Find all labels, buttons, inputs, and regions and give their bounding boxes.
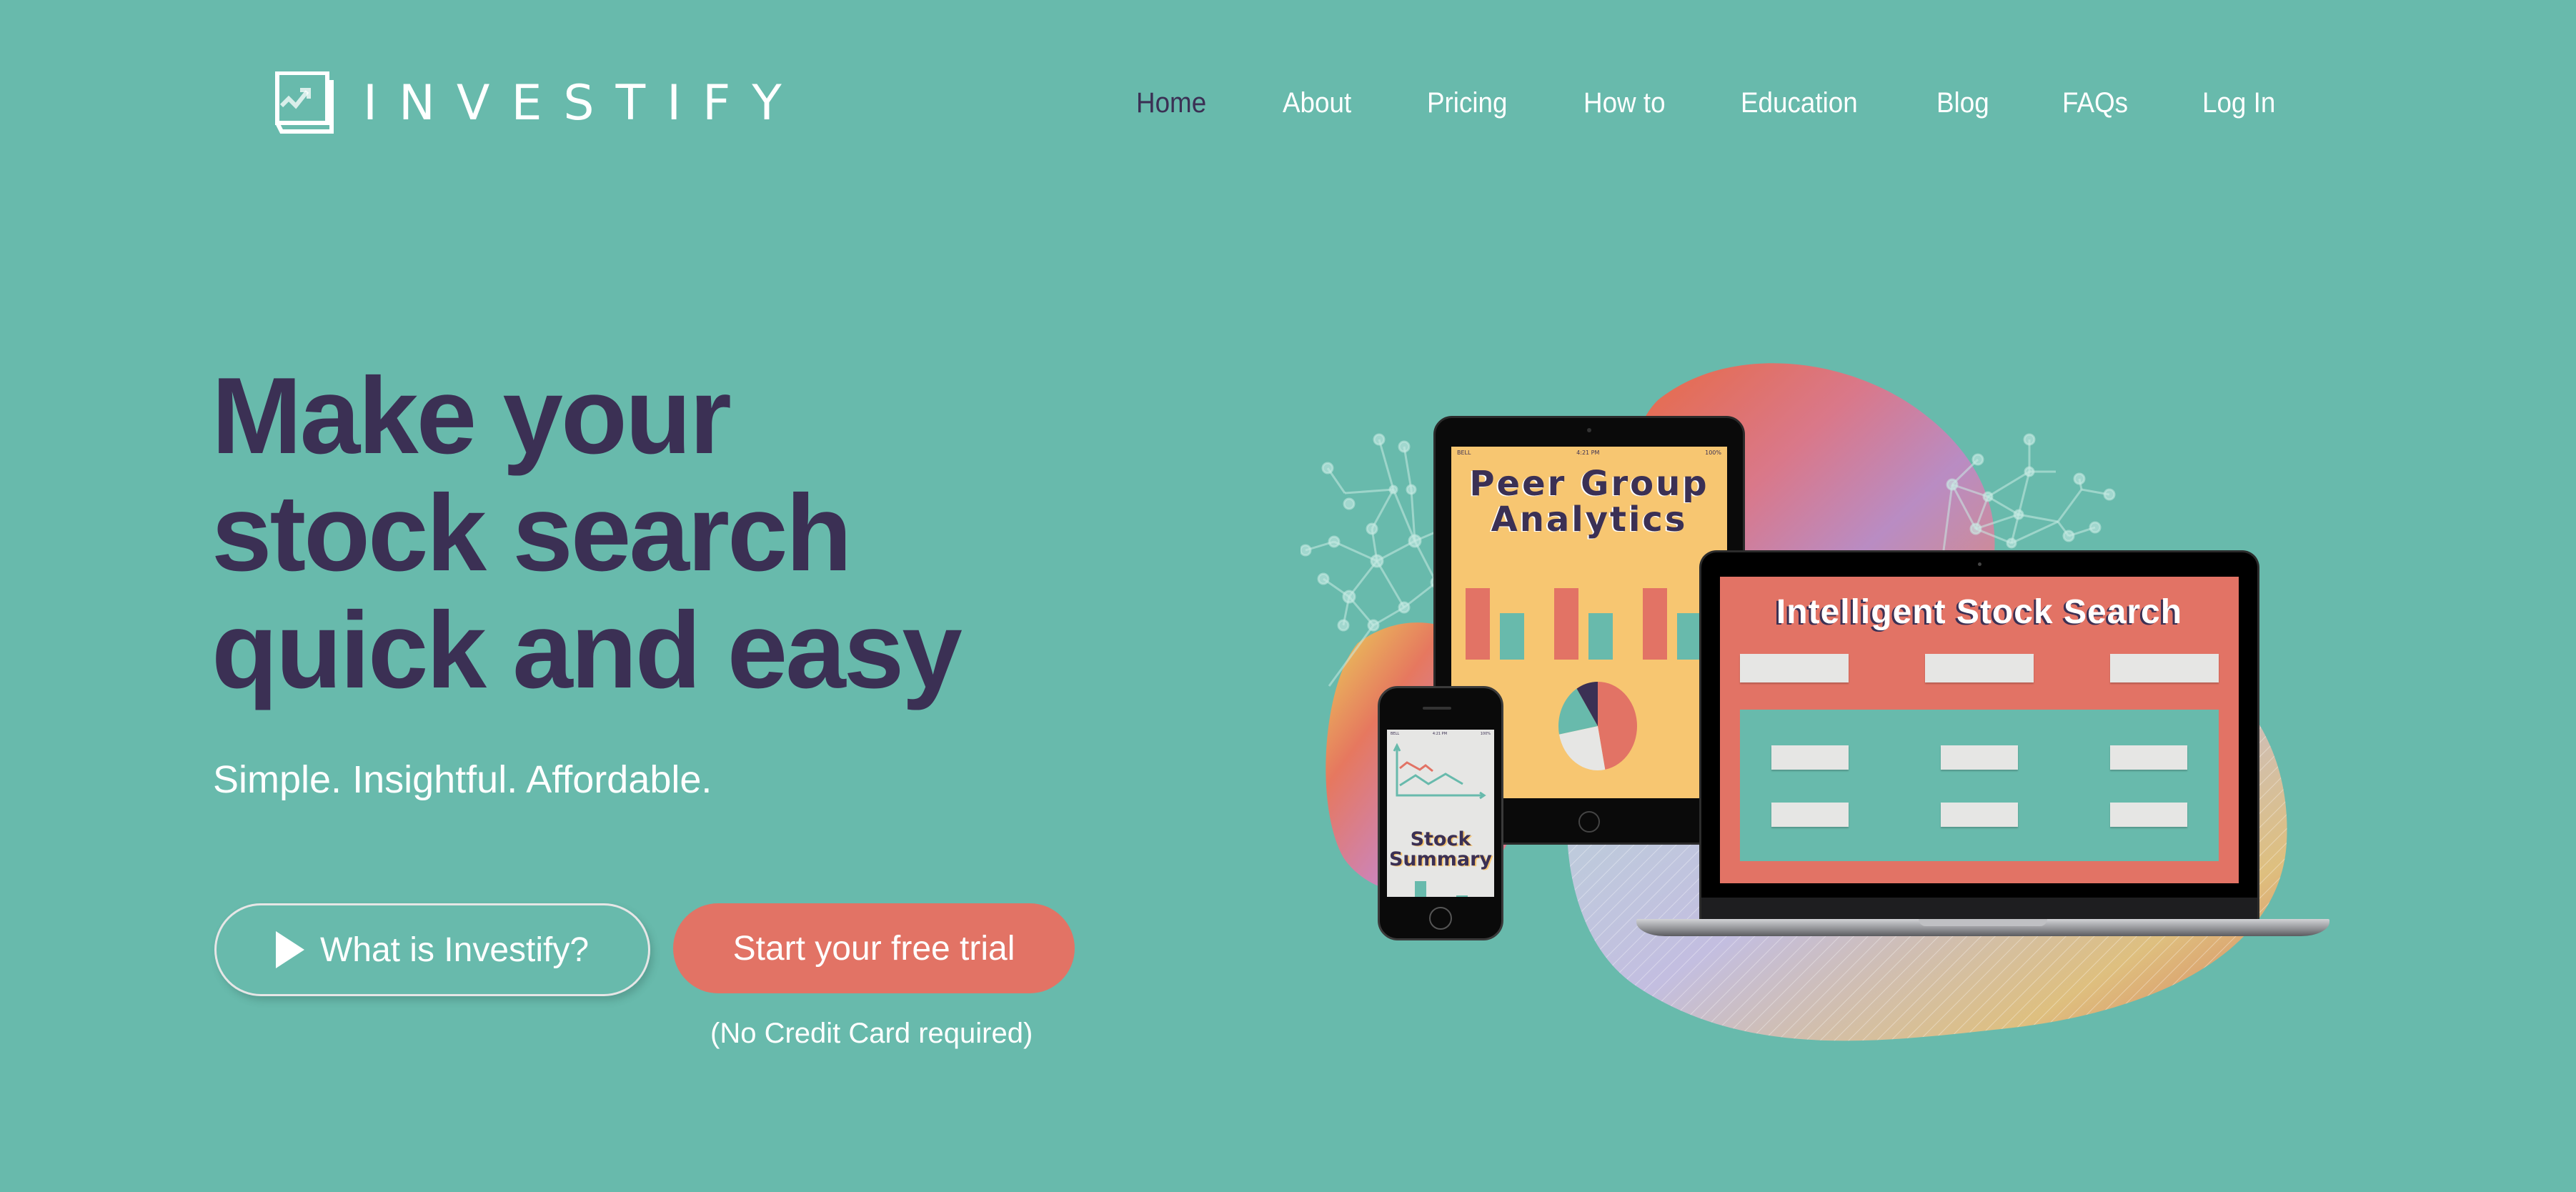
tablet-title-line: Peer Group — [1469, 464, 1709, 504]
laptop-device: Intelligent Stock Search — [1699, 550, 2259, 922]
tablet-status-bar: BELL 4:21 PM 100% — [1451, 447, 1727, 459]
laptop-search-field — [1740, 654, 1849, 682]
phone-line-chart — [1393, 742, 1486, 800]
status-carrier: BELL — [1457, 450, 1471, 456]
tablet-bar — [1500, 613, 1524, 660]
what-is-investify-label: What is Investify? — [319, 930, 590, 969]
laptop-result-cell — [1941, 745, 2018, 770]
tablet-pie-chart — [1558, 682, 1637, 770]
phone-device: BELL 4:21 PM 100% Stock Summary — [1378, 686, 1503, 940]
status-time: 4:21 PM — [1576, 450, 1600, 456]
laptop-screen: Intelligent Stock Search — [1720, 577, 2239, 883]
nav-how-to[interactable]: How to — [1583, 87, 1666, 119]
phone-line-red — [1399, 761, 1433, 773]
hero-tagline: Simple. Insightful. Affordable. — [213, 758, 712, 801]
tablet-camera — [1587, 428, 1591, 432]
stock-summary-title: Stock Summary — [1387, 830, 1494, 870]
nav-pricing[interactable]: Pricing — [1427, 87, 1507, 119]
start-free-trial-button[interactable]: Start your free trial — [673, 903, 1075, 993]
no-credit-card-note: (No Credit Card required) — [710, 1018, 1033, 1049]
devices-illustration: BELL 4:21 PM 100% Peer Group Analytics I… — [1301, 343, 2329, 1058]
play-icon — [275, 931, 304, 968]
laptop-base — [1636, 919, 2329, 936]
tablet-pie-slice — [1598, 682, 1637, 770]
phone-bar-chart — [1394, 881, 1488, 897]
nav-education[interactable]: Education — [1741, 87, 1858, 119]
laptop-notch — [1919, 919, 2047, 926]
main-nav: Home About Pricing How to Education Blog… — [1136, 80, 2282, 126]
nav-about[interactable]: About — [1283, 87, 1351, 119]
laptop-bezel-chin — [1701, 898, 2257, 922]
tablet-bar-chart — [1466, 588, 1727, 660]
laptop-result-cell — [1771, 745, 1849, 770]
what-is-investify-button[interactable]: What is Investify? — [214, 903, 650, 996]
phone-title-line: Stock — [1410, 828, 1471, 850]
phone-charts — [1393, 742, 1486, 800]
intelligent-stock-search-title: Intelligent Stock Search — [1776, 593, 2183, 631]
phone-title-line: Summary — [1388, 848, 1493, 870]
tablet-title-line: Analytics — [1491, 500, 1688, 540]
laptop-camera — [1978, 562, 1981, 566]
tablet-home-button — [1578, 811, 1600, 833]
nav-faqs[interactable]: FAQs — [2062, 87, 2128, 119]
tablet-bar — [1643, 588, 1667, 660]
phone-speaker — [1423, 707, 1451, 710]
nav-blog[interactable]: Blog — [1936, 87, 1989, 119]
tablet-bar — [1554, 588, 1578, 660]
brand-logo[interactable]: INVESTIFY — [274, 71, 803, 134]
hero-title-line: quick and easy — [212, 590, 963, 711]
status-battery: 100% — [1705, 450, 1721, 456]
hero-title-line: Make your — [212, 355, 732, 477]
hero-title-line: stock search — [212, 472, 852, 594]
phone-trend-line — [1394, 881, 1494, 897]
laptop-result-row — [1771, 803, 2187, 827]
hero-title: Make your stock search quick and easy — [212, 355, 963, 711]
peer-group-analytics-title: Peer Group Analytics — [1451, 466, 1727, 537]
laptop-result-cell — [2110, 745, 2187, 770]
start-free-trial-label: Start your free trial — [732, 929, 1015, 968]
brand-name: INVESTIFY — [363, 74, 803, 131]
tablet-bar — [1588, 613, 1613, 660]
laptop-search-fields — [1740, 654, 2219, 682]
laptop-search-field — [1925, 654, 2034, 682]
nav-home[interactable]: Home — [1136, 87, 1206, 119]
chart-growth-icon — [274, 71, 337, 134]
laptop-search-field — [2110, 654, 2219, 682]
tablet-bar — [1677, 613, 1701, 660]
laptop-result-cell — [1771, 803, 1849, 827]
laptop-result-cell — [1941, 803, 2018, 827]
laptop-results-panel — [1740, 710, 2219, 861]
phone-line-teal — [1399, 773, 1463, 787]
tablet-bar — [1466, 588, 1490, 660]
laptop-result-cell — [2110, 803, 2187, 827]
nav-log-in[interactable]: Log In — [2202, 87, 2275, 119]
laptop-result-row — [1771, 745, 2187, 770]
phone-home-button — [1429, 907, 1452, 930]
phone-screen: BELL 4:21 PM 100% Stock Summary — [1387, 730, 1494, 897]
